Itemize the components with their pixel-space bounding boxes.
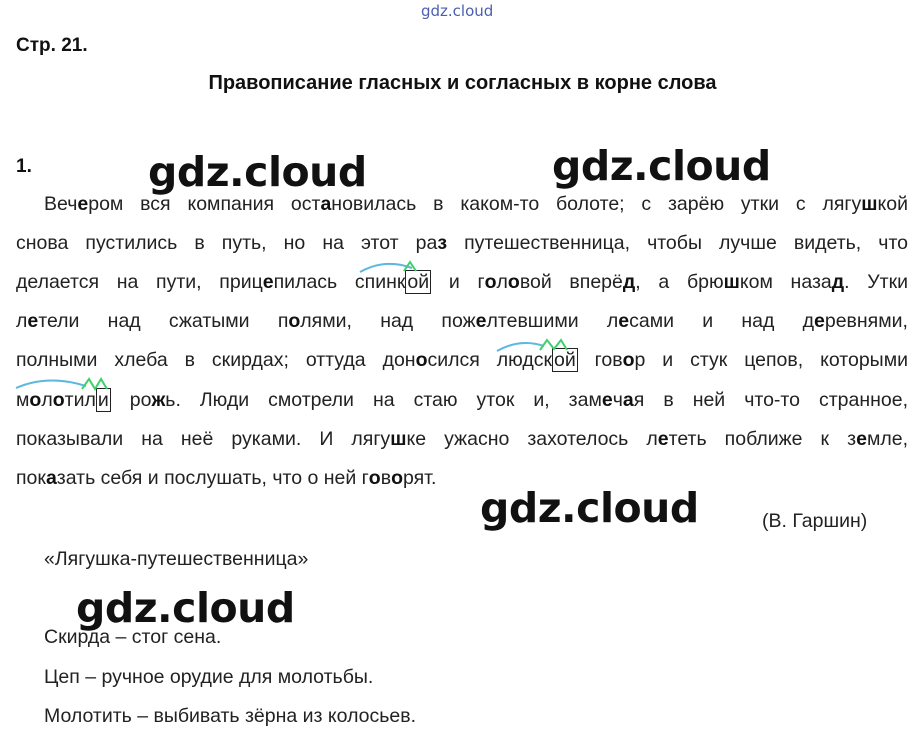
morpheme-marks bbox=[15, 260, 568, 391]
suffix-mark bbox=[81, 377, 108, 391]
root-arc-mark bbox=[15, 379, 87, 389]
root-arc-mark bbox=[496, 341, 545, 352]
suffix-mark bbox=[539, 338, 568, 351]
